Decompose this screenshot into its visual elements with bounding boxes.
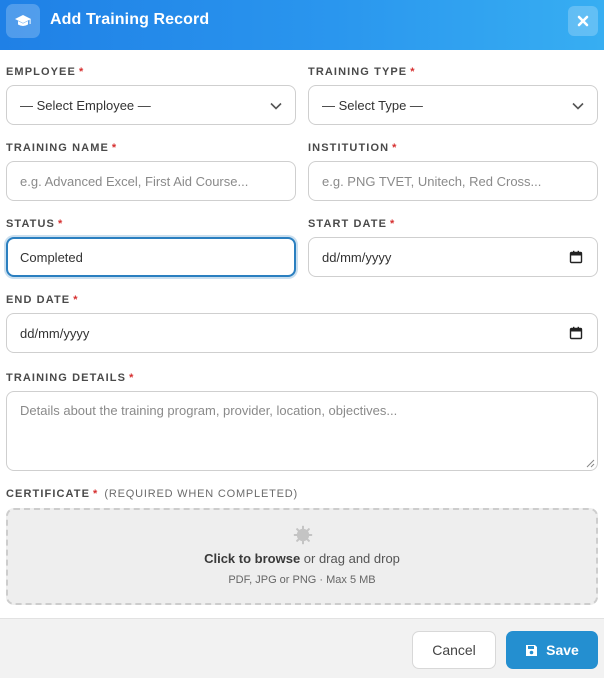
floppy-disk-icon	[526, 644, 538, 656]
training-name-label: Training Name *	[6, 142, 118, 154]
institution-input[interactable]: e.g. PNG TVET, Unitech, Red Cross...	[308, 161, 598, 201]
start-date-label: Start Date *	[308, 218, 396, 230]
training-name-input[interactable]: e.g. Advanced Excel, First Aid Course...	[6, 161, 296, 201]
status-label: Status *	[6, 218, 64, 230]
training-type-label: Training Type *	[308, 66, 416, 78]
end-date-label: End Date *	[6, 294, 79, 306]
training-type-select[interactable]: — Select Type —	[308, 85, 598, 125]
calendar-icon[interactable]	[569, 250, 583, 264]
employee-select[interactable]: — Select Employee —	[6, 85, 296, 125]
close-icon	[577, 15, 589, 27]
start-date-input[interactable]: dd/mm/yyyy	[308, 237, 598, 277]
save-button[interactable]: Save	[506, 631, 598, 669]
dropzone-instructions: Click to browse or drag and drop	[204, 551, 400, 566]
end-date-input[interactable]: dd/mm/yyyy	[6, 313, 598, 353]
training-details-label: Training Details *	[6, 372, 135, 384]
graduation-cap-icon	[6, 4, 40, 38]
certificate-label: Certificate * (Required when completed)	[6, 488, 298, 500]
chevron-down-icon	[270, 102, 282, 110]
cancel-button[interactable]: Cancel	[412, 631, 496, 669]
status-select[interactable]: Completed	[6, 237, 296, 277]
modal-footer: Cancel Save	[0, 618, 604, 678]
employee-label: Employee *	[6, 66, 85, 78]
chevron-down-icon	[572, 102, 584, 110]
calendar-icon[interactable]	[569, 326, 583, 340]
modal-header: Add Training Record	[0, 0, 604, 50]
upload-icon	[293, 525, 313, 545]
certificate-dropzone[interactable]: Click to browse or drag and drop PDF, JP…	[6, 508, 598, 605]
resize-handle-icon[interactable]	[585, 458, 595, 468]
close-button[interactable]	[568, 6, 598, 36]
dropzone-formats: PDF, JPG or PNG · Max 5 MB	[228, 574, 376, 586]
institution-label: Institution *	[308, 142, 398, 154]
modal-title: Add Training Record	[50, 11, 210, 28]
training-details-textarea[interactable]: Details about the training program, prov…	[6, 391, 598, 471]
browse-link[interactable]: Click to browse	[204, 551, 300, 566]
save-label: Save	[546, 642, 579, 658]
